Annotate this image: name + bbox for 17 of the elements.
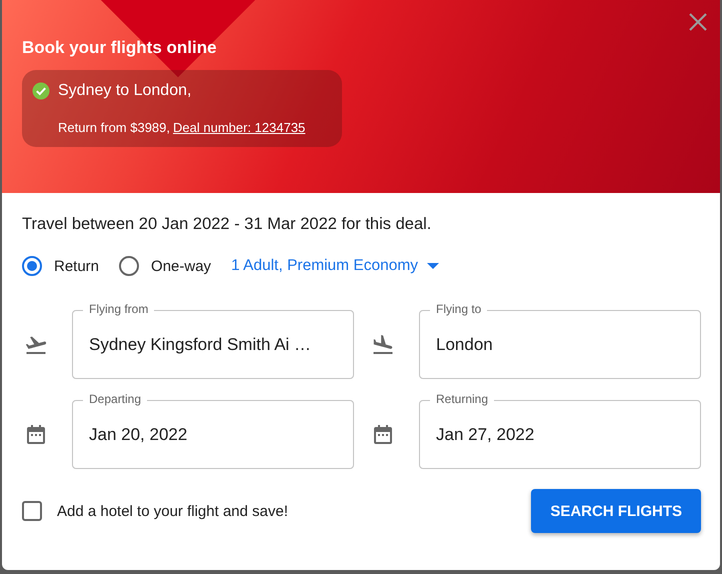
close-button[interactable] xyxy=(688,12,708,32)
check-icon xyxy=(32,82,50,100)
trip-type-radio[interactable]: One-way xyxy=(119,256,212,276)
deal-number-link[interactable]: Deal number: 1234735 xyxy=(173,120,306,135)
travel-note: Travel between 20 Jan 2022 - 31 Mar 2022 for this deal. xyxy=(22,215,432,234)
trip-type-radio[interactable]: Return xyxy=(22,256,100,276)
landing-icon xyxy=(371,333,395,357)
calendar-icon xyxy=(371,423,395,447)
deal-route: Sydney to London, xyxy=(58,82,192,100)
caret-icon xyxy=(427,263,440,269)
search-flights-button[interactable]: SEARCH FLIGHTS xyxy=(531,489,701,533)
dialog-title: Book your flights online xyxy=(22,38,218,58)
calendar-icon xyxy=(24,423,48,447)
passenger-dropdown[interactable]: 1 Adult, Premium Economy xyxy=(231,257,440,275)
deal-price: Return from $3989, xyxy=(58,120,170,135)
close-icon xyxy=(688,12,708,32)
hotel-checkbox[interactable]: Add a hotel to your flight and save! xyxy=(22,501,288,521)
